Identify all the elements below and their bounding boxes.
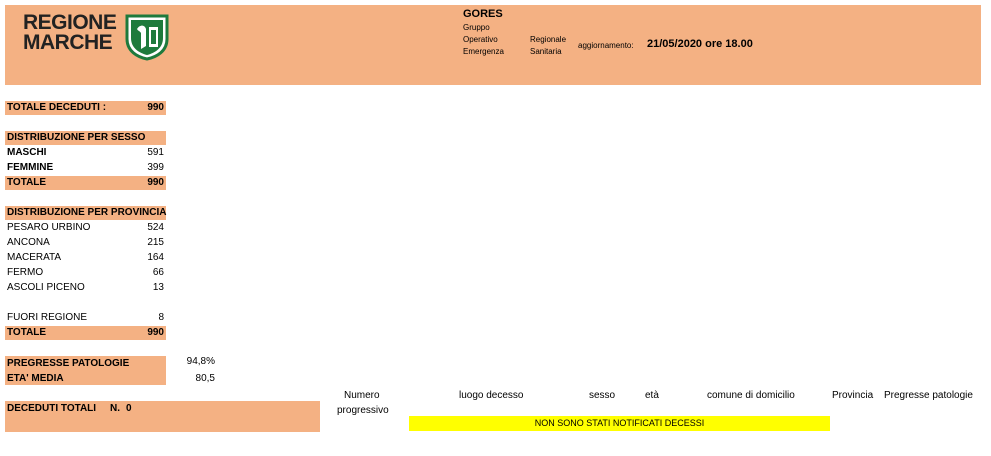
sesso-total-label: TOTALE — [7, 177, 47, 188]
logo-line-1: REGIONE — [23, 11, 117, 34]
provincia-ascoli-label: ASCOLI PICENO — [7, 282, 85, 293]
org-operativo: Operativo — [463, 35, 498, 44]
sesso-maschi-label: MASCHI — [7, 147, 47, 158]
col-comune-domicilio: comune di domicilio — [707, 390, 795, 401]
eta-media-value: 80,5 — [195, 373, 215, 384]
update-value: 21/05/2020 ore 18.00 — [647, 38, 753, 50]
sesso-maschi-value: 591 — [147, 147, 164, 158]
col-numero-line2: progressivo — [337, 405, 389, 416]
provincia-title: DISTRIBUZIONE PER PROVINCIA — [7, 207, 167, 218]
eta-media-label: ETA' MEDIA — [7, 373, 64, 384]
provincia-pesaro-label: PESARO URBINO — [7, 222, 91, 233]
provincia-macerata-label: MACERATA — [7, 252, 62, 263]
sesso-title: DISTRIBUZIONE PER SESSO — [7, 132, 146, 143]
col-pregresse-patologie: Pregresse patologie — [884, 390, 973, 401]
org-gruppo: Gruppo — [463, 23, 490, 32]
col-eta: età — [645, 390, 659, 401]
deceduti-totali-n-value: 0 — [126, 403, 132, 414]
totale-deceduti-value: 990 — [147, 102, 164, 113]
col-luogo-decesso: luogo decesso — [459, 390, 524, 401]
org-emergenza: Emergenza — [463, 47, 504, 56]
sesso-total-value: 990 — [147, 177, 164, 188]
provincia-fuori-value: 8 — [158, 312, 164, 323]
col-numero-line1: Numero — [344, 390, 380, 401]
sesso-femmine-value: 399 — [147, 162, 164, 173]
deceduti-totali-label: DECEDUTI TOTALI — [7, 403, 97, 414]
update-label: aggiornamento: — [578, 41, 634, 50]
provincia-ancona-value: 215 — [147, 237, 164, 248]
deceduti-totali-n-label: N. — [110, 403, 120, 414]
provincia-fermo-value: 66 — [152, 267, 164, 278]
org-sanitaria: Sanitaria — [530, 47, 562, 56]
regione-marche-logo: REGIONE MARCHE — [23, 11, 117, 54]
provincia-fuori-label: FUORI REGIONE — [7, 312, 88, 323]
totale-deceduti-label: TOTALE DECEDUTI : — [7, 102, 107, 113]
provincia-total-value: 990 — [147, 327, 164, 338]
header-title: GORES — [463, 8, 503, 20]
empty-message: NON SONO STATI NOTIFICATI DECESSI — [409, 416, 830, 431]
logo-line-2: MARCHE — [23, 31, 113, 54]
org-regionale: Regionale — [530, 35, 567, 44]
sesso-femmine-label: FEMMINE — [7, 162, 54, 173]
col-provincia: Provincia — [832, 390, 874, 401]
regione-marche-shield-icon — [125, 14, 169, 61]
provincia-total-label: TOTALE — [7, 327, 47, 338]
col-sesso: sesso — [589, 390, 616, 401]
provincia-macerata-value: 164 — [147, 252, 164, 263]
provincia-pesaro-value: 524 — [147, 222, 164, 233]
provincia-fermo-label: FERMO — [7, 267, 44, 278]
provincia-ancona-label: ANCONA — [7, 237, 50, 248]
patologie-label: PREGRESSE PATOLOGIE — [7, 358, 130, 369]
provincia-ascoli-value: 13 — [152, 282, 164, 293]
patologie-value: 94,8% — [186, 356, 215, 367]
